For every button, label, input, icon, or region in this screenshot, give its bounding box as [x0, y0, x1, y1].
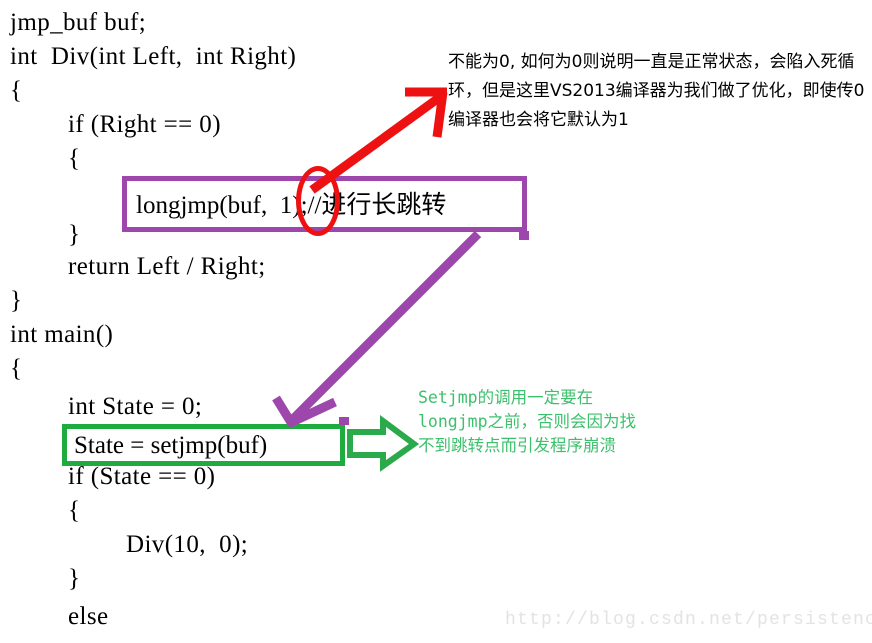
code-line: {	[68, 145, 81, 172]
setjmp-highlight-box: State = setjmp(buf)	[62, 424, 345, 466]
code-line: {	[10, 77, 23, 104]
code-line: }	[10, 287, 23, 314]
code-block: jmp_buf buf; int Div(int Left, int Right…	[0, 0, 470, 643]
code-line: int State = 0;	[68, 393, 203, 420]
setjmp-code-text: State = setjmp(buf)	[74, 432, 268, 459]
code-line: {	[68, 497, 81, 524]
code-line: {	[10, 355, 23, 382]
code-line: Div(10, 0);	[126, 531, 249, 558]
code-line: jmp_buf buf;	[10, 9, 147, 36]
longjmp-code-text: longjmp(buf, 1);//进行长跳转	[136, 192, 447, 219]
code-line: }	[68, 221, 81, 248]
red-annotation-text: 不能为0, 如何为0则说明一直是正常状态，会陷入死循环，但是这里VS2013编译…	[448, 52, 865, 130]
code-line: else	[68, 603, 109, 630]
green-annotation-text: Setjmp的调用一定要在longjmp之前，否则会因为找不到跳转点而引发程序崩…	[418, 388, 637, 455]
code-line: if (State == 0)	[68, 463, 216, 490]
screenshot-canvas: jmp_buf buf; int Div(int Left, int Right…	[0, 0, 872, 643]
watermark-url: http://blog.csdn.net/persistence_s	[505, 610, 872, 630]
code-line: int main()	[10, 321, 114, 348]
code-line: return Left / Right;	[68, 253, 266, 280]
code-line: }	[68, 565, 81, 592]
code-line: int Div(int Left, int Right)	[10, 43, 297, 70]
code-line: if (Right == 0)	[68, 111, 221, 138]
red-ellipse-icon	[296, 166, 340, 236]
